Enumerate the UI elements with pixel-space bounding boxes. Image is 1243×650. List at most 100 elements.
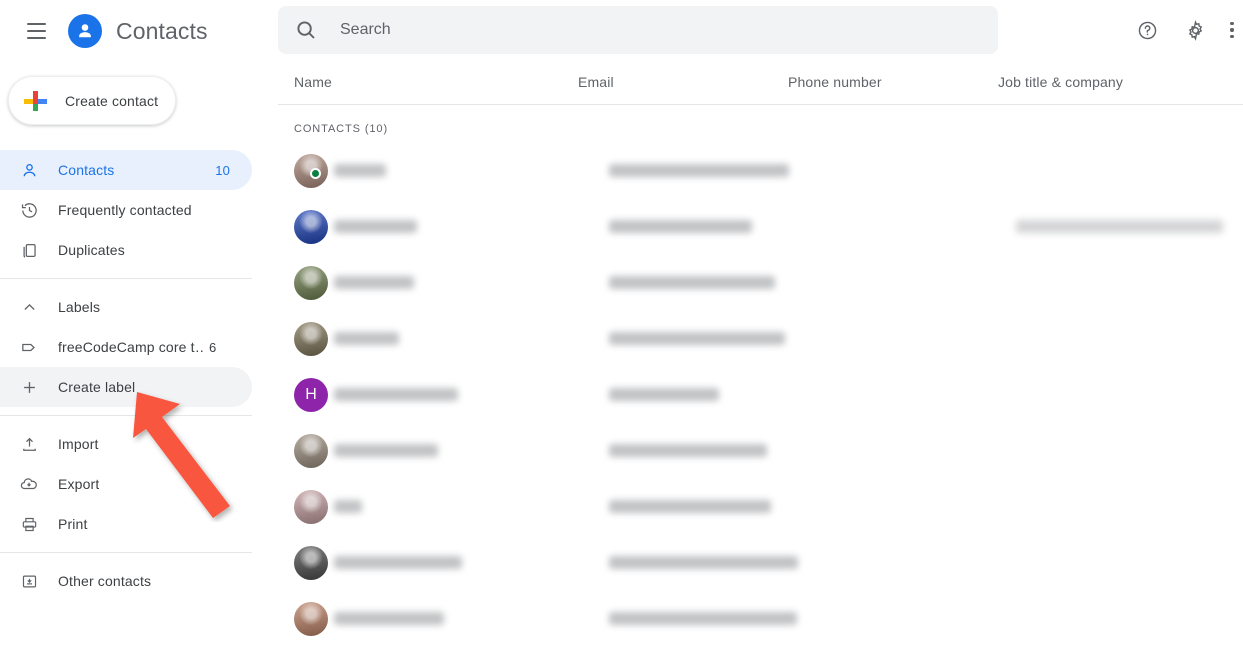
sidebar-item-labels[interactable]: Labels xyxy=(0,287,252,327)
sidebar-item-label-freecodecamp[interactable]: freeCodeCamp core t… 6 xyxy=(0,327,252,367)
redacted-text xyxy=(608,276,775,290)
search-icon xyxy=(294,18,318,42)
hamburger-menu-icon[interactable] xyxy=(12,7,60,55)
page-title: Contacts xyxy=(116,17,208,44)
sidebar-item-label: Print xyxy=(58,516,88,532)
table-rows: H xyxy=(278,143,1243,647)
gear-icon[interactable] xyxy=(1171,6,1219,54)
search-input[interactable] xyxy=(340,21,940,39)
redacted-text xyxy=(608,164,789,178)
contact-name xyxy=(334,442,609,460)
contacts-table: Name Email Phone number Job title & comp… xyxy=(278,60,1243,650)
redacted-text xyxy=(608,444,767,458)
sidebar-item-label: Labels xyxy=(58,299,101,315)
table-header-row: Name Email Phone number Job title & comp… xyxy=(278,60,1243,105)
chevron-up-icon xyxy=(18,296,40,318)
sidebar-item-label: Import xyxy=(58,436,99,452)
table-row[interactable] xyxy=(278,423,1243,479)
google-plus-icon xyxy=(23,89,47,113)
redacted-text xyxy=(608,332,785,346)
avatar[interactable]: H xyxy=(294,378,328,412)
avatar-wrap xyxy=(278,322,334,356)
column-header-email[interactable]: Email xyxy=(578,74,788,90)
table-row[interactable] xyxy=(278,535,1243,591)
avatar[interactable] xyxy=(294,266,328,300)
app-header: Contacts xyxy=(0,0,278,62)
sidebar-item-duplicates[interactable]: Duplicates xyxy=(0,230,252,270)
search-bar[interactable] xyxy=(278,6,998,54)
avatar[interactable] xyxy=(294,490,328,524)
contact-job xyxy=(1015,218,1243,236)
contact-name xyxy=(334,386,609,404)
table-row[interactable] xyxy=(278,199,1243,255)
redacted-text xyxy=(608,388,719,402)
create-contact-button[interactable]: Create contact xyxy=(8,76,176,125)
avatar[interactable] xyxy=(294,602,328,636)
redacted-text xyxy=(334,276,414,290)
history-icon xyxy=(18,199,40,221)
contact-email xyxy=(608,162,812,180)
redacted-text xyxy=(334,220,417,234)
sidebar-divider-3 xyxy=(0,552,252,553)
contacts-section-label: CONTACTS (10) xyxy=(294,123,389,135)
contact-email xyxy=(608,386,812,404)
contact-name xyxy=(334,498,609,516)
sidebar-item-label: Export xyxy=(58,476,100,492)
avatar-wrap xyxy=(278,490,334,524)
redacted-text xyxy=(608,220,752,234)
contact-email xyxy=(608,330,812,348)
kebab-menu-icon[interactable] xyxy=(1219,6,1243,54)
help-icon[interactable] xyxy=(1123,6,1171,54)
sidebar-item-count: 10 xyxy=(215,162,230,178)
avatar[interactable] xyxy=(294,322,328,356)
avatar[interactable] xyxy=(294,210,328,244)
column-header-name[interactable]: Name xyxy=(278,74,578,90)
avatar-wrap xyxy=(278,210,334,244)
sidebar-item-frequently-contacted[interactable]: Frequently contacted xyxy=(0,190,252,230)
sidebar-item-label: Other contacts xyxy=(58,573,152,589)
contact-name xyxy=(334,162,609,180)
redacted-text xyxy=(334,388,458,402)
table-row[interactable] xyxy=(278,591,1243,647)
avatar-wrap xyxy=(278,434,334,468)
redacted-text xyxy=(334,500,362,514)
cloud-download-icon xyxy=(18,473,40,495)
contacts-person-icon xyxy=(68,14,102,48)
table-row[interactable]: H xyxy=(278,367,1243,423)
contact-name xyxy=(334,274,609,292)
sidebar-divider-1 xyxy=(0,278,252,279)
table-row[interactable] xyxy=(278,143,1243,199)
sidebar-item-export[interactable]: Export xyxy=(0,464,252,504)
table-row[interactable] xyxy=(278,255,1243,311)
contact-name xyxy=(334,554,609,572)
contact-email xyxy=(608,554,812,572)
avatar-wrap xyxy=(278,266,334,300)
sidebar-item-label: freeCodeCamp core t… xyxy=(58,339,204,355)
label-tag-icon xyxy=(18,336,40,358)
redacted-text xyxy=(608,500,771,514)
contact-name xyxy=(334,330,609,348)
sidebar-item-label: Contacts xyxy=(58,162,115,178)
redacted-text xyxy=(334,164,386,178)
column-header-phone[interactable]: Phone number xyxy=(788,74,998,90)
redacted-text xyxy=(608,556,798,570)
sidebar-item-label: Frequently contacted xyxy=(58,202,192,218)
avatar[interactable] xyxy=(294,434,328,468)
avatar-wrap: H xyxy=(278,378,334,412)
sidebar-item-import[interactable]: Import xyxy=(0,424,252,464)
table-row[interactable] xyxy=(278,311,1243,367)
sidebar-item-label: Create label xyxy=(58,379,136,395)
sidebar-item-print[interactable]: Print xyxy=(0,504,252,544)
redacted-text xyxy=(608,612,797,626)
sidebar-divider-2 xyxy=(0,415,252,416)
sidebar-item-contacts[interactable]: Contacts 10 xyxy=(0,150,252,190)
topbar-actions xyxy=(1123,6,1243,54)
sidebar-item-label: Duplicates xyxy=(58,242,125,258)
sidebar-item-create-label[interactable]: Create label xyxy=(0,367,252,407)
sidebar-item-other-contacts[interactable]: Other contacts xyxy=(0,561,252,601)
column-header-job[interactable]: Job title & company xyxy=(998,74,1228,90)
archive-box-icon xyxy=(18,570,40,592)
redacted-text xyxy=(334,444,438,458)
avatar[interactable] xyxy=(294,546,328,580)
table-row[interactable] xyxy=(278,479,1243,535)
